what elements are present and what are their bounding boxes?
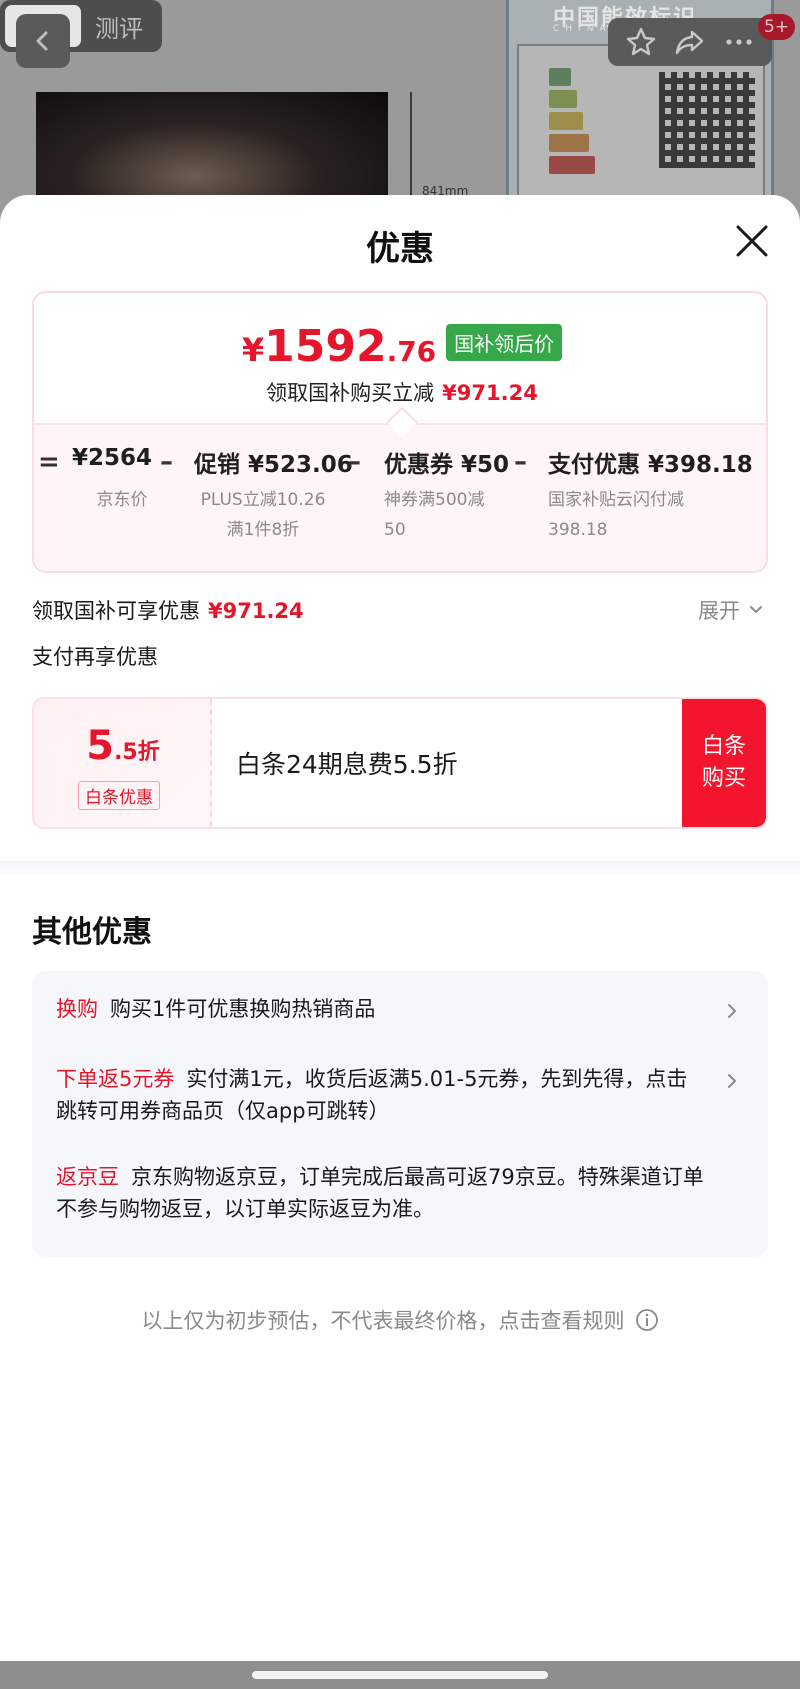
offer-tag: 下单返5元券	[56, 1067, 175, 1091]
back-button[interactable]	[16, 14, 70, 68]
reduction-row: 领取国补购买立减 ¥971.24	[34, 377, 766, 407]
baitiao-buy-label: 白条 购买	[701, 734, 746, 791]
close-button[interactable]	[732, 221, 772, 261]
formula-operator: –	[514, 447, 527, 477]
offer-tag: 换购	[56, 997, 98, 1021]
baitiao-tag: 白条优惠	[78, 781, 160, 810]
offer-item-jingdou: 返京豆 京东购物返京豆，订单完成后最高可返79京豆。特殊渠道订单不参与购物返豆，以…	[56, 1161, 716, 1225]
offer-text: 购买1件可优惠换购热销商品	[110, 997, 376, 1021]
expand-toggle[interactable]: 展开	[698, 595, 764, 625]
final-price-decimal: .76	[386, 335, 437, 368]
formula-operator: –	[348, 447, 361, 477]
qr-code	[659, 72, 755, 168]
disclaimer[interactable]: 以上仅为初步预估，不代表最终价格，点击查看规则	[0, 1305, 800, 1335]
chevron-right-icon[interactable]	[722, 1001, 742, 1021]
offer-tag: 返京豆	[56, 1165, 119, 1189]
close-icon	[736, 225, 768, 257]
other-offers-list: 换购 购买1件可优惠换购热销商品 下单返5元券 实付满1元，收货后返满5.01-5元…	[32, 971, 768, 1257]
price-formula: = ¥2564 京东价 – 促销 ¥523.06 PLUS立减10.26 满1件8…	[34, 423, 766, 571]
baitiao-description: 白条24期息费5.5折	[236, 750, 458, 779]
baitiao-buy-button[interactable]: 白条 购买	[682, 699, 766, 827]
subsidy-detail-row: 领取国补可享优惠 ¥971.24 展开	[32, 595, 768, 627]
share-icon[interactable]	[674, 26, 706, 58]
energy-bar	[549, 90, 577, 108]
sheet-title: 优惠	[366, 229, 434, 269]
section-divider	[0, 861, 800, 873]
energy-bar	[549, 134, 589, 152]
reduction-amount: ¥971.24	[442, 381, 538, 405]
formula-label: 神券满500减 50	[384, 490, 485, 540]
offer-item-exchange[interactable]: 换购 购买1件可优惠换购热销商品	[56, 993, 706, 1025]
formula-value-promotion: 促销 ¥523.06	[194, 452, 353, 478]
subsidy-price-tag: 国补领后价	[446, 324, 563, 361]
offer-item-coupon-return[interactable]: 下单返5元券 实付满1元，收货后返满5.01-5元券，先到先得，点击跳转可用券商品…	[56, 1063, 696, 1127]
energy-bar	[549, 112, 583, 130]
expand-label: 展开	[698, 599, 740, 623]
baitiao-offer-card: 5.5折 白条优惠 白条24期息费5.5折 白条 购买	[32, 697, 768, 829]
top-action-bar	[608, 18, 772, 66]
baitiao-rate-panel: 5.5折 白条优惠	[34, 699, 212, 827]
subsidy-detail-text: 领取国补可享优惠	[32, 599, 200, 623]
disclaimer-text: 以上仅为初步预估，不代表最终价格，点击查看规则	[141, 1309, 625, 1333]
energy-bar	[549, 156, 595, 174]
baitiao-rate: 5.5折	[86, 723, 160, 769]
energy-bar	[549, 68, 571, 86]
system-home-bar	[0, 1661, 800, 1689]
formula-operator: –	[160, 447, 173, 477]
tab-review[interactable]: 测评	[81, 5, 157, 47]
info-icon	[635, 1309, 658, 1331]
chevron-right-icon[interactable]	[722, 1071, 742, 1091]
formula-operator: =	[38, 447, 60, 477]
subsidy-detail-amount: ¥971.24	[208, 599, 304, 623]
offer-text: 京东购物返京豆，订单完成后最高可返79京豆。特殊渠道订单不参与购物返豆，以订单实…	[56, 1165, 704, 1221]
other-offers-title: 其他优惠	[32, 915, 152, 950]
energy-label-body	[517, 44, 765, 204]
more-icon[interactable]	[723, 26, 755, 58]
price-breakdown-card: ¥ 1592 .76 国补领后价 领取国补购买立减 ¥971.24 = ¥2564…	[32, 291, 768, 573]
reduction-text: 领取国补购买立减	[266, 381, 435, 405]
final-price-currency: ¥	[241, 331, 265, 369]
notification-badge: 5+	[758, 14, 796, 40]
formula-value-coupon: 优惠券 ¥50	[384, 452, 510, 478]
final-price-integer: 1592	[264, 321, 387, 372]
pay-discount-heading: 支付再享优惠	[32, 645, 158, 669]
final-price-row: ¥ 1592 .76 国补领后价	[34, 321, 766, 372]
star-icon[interactable]	[625, 26, 657, 58]
back-arrow-icon	[36, 31, 48, 51]
formula-label: PLUS立减10.26 满1件8折	[200, 490, 326, 540]
formula-label: 国家补贴云闪付减 398.18	[548, 490, 684, 540]
formula-value-jd-price: ¥2564	[72, 445, 153, 471]
product-image	[36, 92, 388, 212]
formula-label: 京东价	[96, 490, 148, 510]
discount-sheet: 优惠 ¥ 1592 .76 国补领后价 领取国补购买立减 ¥971.24 = ¥2…	[0, 195, 800, 1661]
dimension-line	[410, 92, 412, 202]
chevron-down-icon	[750, 606, 762, 614]
formula-value-payment: 支付优惠 ¥398.18	[548, 452, 753, 478]
home-indicator[interactable]	[252, 1671, 548, 1679]
